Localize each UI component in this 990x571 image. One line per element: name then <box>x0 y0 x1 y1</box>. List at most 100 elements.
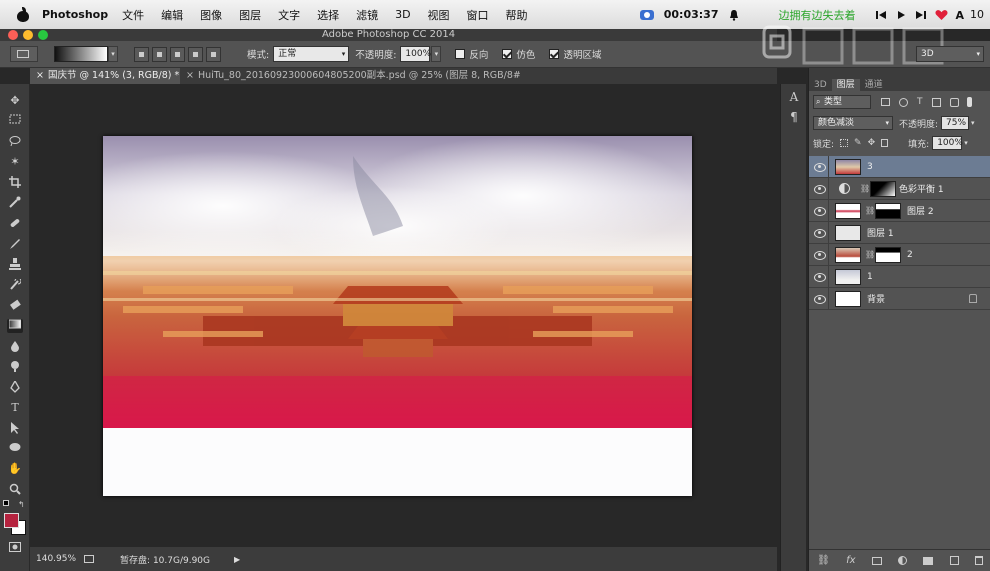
close-tab-icon[interactable]: × <box>36 68 44 84</box>
quick-mask-icon[interactable] <box>7 542 23 556</box>
tab-3d[interactable]: 3D <box>809 79 832 91</box>
delete-layer-icon[interactable] <box>974 556 983 565</box>
filter-kind-select[interactable]: ⌕ 类型 <box>813 95 871 109</box>
transparency-checkbox[interactable] <box>549 49 560 59</box>
new-adjustment-icon[interactable] <box>898 556 908 565</box>
path-selection-icon[interactable] <box>7 422 23 436</box>
tab-channels[interactable]: 通道 <box>860 79 888 91</box>
menu-3d[interactable]: 3D <box>395 8 410 21</box>
hand-tool-icon[interactable]: ✋ <box>7 462 23 476</box>
opacity-dropdown-icon[interactable]: ▾ <box>971 119 975 127</box>
lasso-tool-icon[interactable] <box>7 135 23 149</box>
new-layer-icon[interactable] <box>949 556 959 565</box>
menu-layer[interactable]: 图层 <box>239 7 261 23</box>
menu-type[interactable]: 文字 <box>278 7 300 23</box>
visibility-eye-icon[interactable] <box>809 265 829 288</box>
zoom-window-button[interactable] <box>38 30 48 40</box>
lock-all-icon[interactable] <box>881 139 889 147</box>
minimize-window-button[interactable] <box>23 30 33 40</box>
layer-row[interactable]: 背景 <box>809 287 990 310</box>
screen-record-icon[interactable] <box>639 9 654 21</box>
paragraph-panel-icon[interactable]: ¶ <box>787 110 801 124</box>
eyedropper-icon[interactable] <box>7 196 23 210</box>
filter-shape-icon[interactable] <box>931 97 941 107</box>
filter-pixel-icon[interactable] <box>881 98 890 106</box>
filter-adjustment-icon[interactable] <box>899 97 908 107</box>
add-mask-icon[interactable] <box>871 556 882 565</box>
mode-select[interactable]: 正常 ▾ <box>273 46 350 62</box>
character-panel-icon[interactable]: A <box>787 90 801 104</box>
gradient-tool-icon[interactable] <box>7 319 23 333</box>
lock-image-icon[interactable]: ✎ <box>854 138 862 148</box>
fill-input[interactable]: 100% <box>932 136 963 150</box>
close-window-button[interactable] <box>8 30 18 40</box>
workspace-select[interactable]: 3D ▾ <box>916 46 984 62</box>
gradient-editor-swatch[interactable] <box>54 46 108 62</box>
ellipse-tool-icon[interactable] <box>7 442 23 456</box>
reflected-gradient-button[interactable] <box>188 46 203 62</box>
layer-row[interactable]: 图层 1 <box>809 221 990 244</box>
link-chain-icon[interactable]: ⛓ <box>865 250 875 259</box>
tab-layers[interactable]: 图层 <box>831 79 860 91</box>
radial-gradient-button[interactable] <box>152 46 167 62</box>
opacity-input[interactable]: 100% <box>400 46 431 62</box>
menu-help[interactable]: 帮助 <box>506 7 528 23</box>
layer-opacity-input[interactable]: 75% <box>941 116 970 130</box>
angle-gradient-button[interactable] <box>170 46 185 62</box>
filter-smart-object-icon[interactable] <box>949 97 959 107</box>
link-chain-icon[interactable]: ⛓ <box>865 206 875 215</box>
swap-colors-icon[interactable]: ↰ <box>18 500 25 509</box>
close-tab-icon[interactable]: × <box>186 68 194 84</box>
status-menu-arrow-icon[interactable]: ▶ <box>234 555 240 564</box>
lock-transparent-icon[interactable] <box>840 139 849 147</box>
history-brush-icon[interactable] <box>7 277 23 293</box>
crop-tool-icon[interactable] <box>7 176 23 190</box>
lock-position-icon[interactable]: ✥ <box>868 138 876 148</box>
apple-icon[interactable] <box>16 6 30 22</box>
move-tool-icon[interactable]: ✥ <box>7 94 23 108</box>
tool-preset-picker[interactable] <box>10 46 38 62</box>
layer-style-icon[interactable]: fx <box>846 555 855 566</box>
menu-file[interactable]: 文件 <box>122 7 144 23</box>
reverse-checkbox[interactable] <box>455 49 466 59</box>
default-colors-icon[interactable] <box>3 500 9 506</box>
notification-bell-icon[interactable] <box>728 9 742 21</box>
diamond-gradient-button[interactable] <box>206 46 221 62</box>
magic-wand-icon[interactable]: ✶ <box>7 155 23 169</box>
blur-tool-icon[interactable] <box>7 340 23 354</box>
layer-row[interactable]: ⛓ 2 <box>809 243 990 266</box>
layer-row[interactable]: ⛓ 色彩平衡 1 <box>809 177 990 200</box>
new-group-icon[interactable] <box>923 556 934 565</box>
tab-guoqingjie[interactable]: × 国庆节 @ 141% (3, RGB/8) * <box>30 68 180 84</box>
menu-filter[interactable]: 滤镜 <box>356 7 378 23</box>
visibility-eye-icon[interactable] <box>809 177 829 200</box>
visibility-eye-icon[interactable] <box>809 243 829 266</box>
fill-dropdown-icon[interactable]: ▾ <box>964 139 968 147</box>
layer-row[interactable]: 1 <box>809 265 990 288</box>
eraser-tool-icon[interactable] <box>7 299 23 313</box>
canvas-area[interactable] <box>30 84 777 547</box>
type-tool-icon[interactable]: T <box>7 401 23 415</box>
lock-icon[interactable] <box>969 294 977 303</box>
app-menu[interactable]: Photoshop <box>42 8 108 21</box>
menu-select[interactable]: 选择 <box>317 7 339 23</box>
healing-brush-icon[interactable] <box>7 217 23 231</box>
visibility-eye-icon[interactable] <box>809 155 829 178</box>
layer-row[interactable]: 3 <box>809 155 990 178</box>
blend-mode-select[interactable]: 颜色减淡 ▾ <box>813 116 893 130</box>
dodge-tool-icon[interactable] <box>7 360 23 374</box>
link-layers-icon[interactable]: ⛓ <box>817 555 830 566</box>
visibility-eye-icon[interactable] <box>809 199 829 222</box>
dither-checkbox[interactable] <box>502 49 513 59</box>
stamp-tool-icon[interactable] <box>7 258 23 272</box>
gradient-picker-dropdown[interactable]: ▾ <box>108 46 118 62</box>
document-canvas[interactable] <box>103 136 692 496</box>
layer-row[interactable]: ⛓ 图层 2 <box>809 199 990 222</box>
menu-view[interactable]: 视图 <box>428 7 450 23</box>
filter-toggle-icon[interactable] <box>966 97 972 107</box>
zoom-level[interactable]: 140.95% <box>36 554 76 564</box>
zoom-tool-icon[interactable] <box>7 483 23 497</box>
menu-image[interactable]: 图像 <box>200 7 222 23</box>
link-chain-icon[interactable]: ⛓ <box>860 184 870 193</box>
brush-tool-icon[interactable] <box>7 238 23 252</box>
